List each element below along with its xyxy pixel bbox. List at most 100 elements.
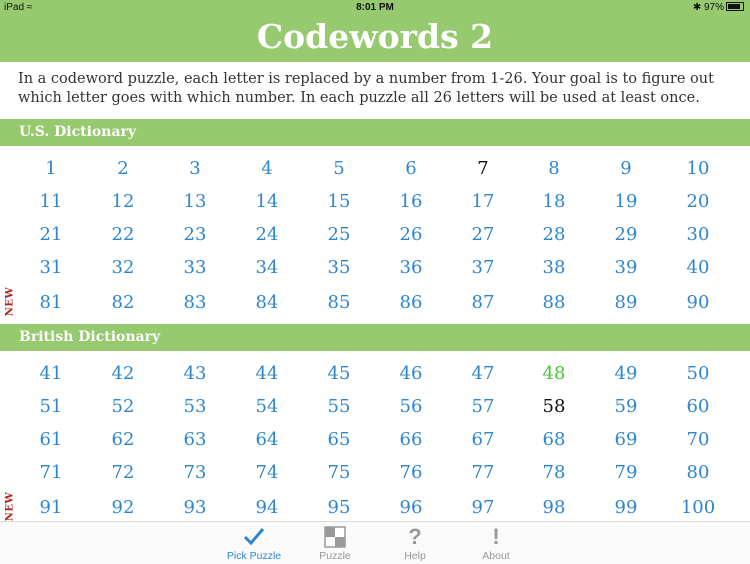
puzzle-number-19[interactable]: 19 <box>590 185 662 218</box>
puzzle-number-27[interactable]: 27 <box>447 218 519 251</box>
puzzle-number-38[interactable]: 38 <box>518 251 590 284</box>
puzzle-number-85[interactable]: 85 <box>303 286 375 319</box>
puzzle-number-24[interactable]: 24 <box>231 218 303 251</box>
puzzle-number-71[interactable]: 71 <box>15 456 87 489</box>
puzzle-number-6[interactable]: 6 <box>375 152 447 185</box>
puzzle-number-36[interactable]: 36 <box>375 251 447 284</box>
puzzle-number-58[interactable]: 58 <box>518 390 590 423</box>
puzzle-number-97[interactable]: 97 <box>447 491 519 524</box>
puzzle-number-18[interactable]: 18 <box>518 185 590 218</box>
puzzle-number-94[interactable]: 94 <box>231 491 303 524</box>
tab-pick-puzzle[interactable]: Pick Puzzle <box>214 524 294 562</box>
puzzle-number-45[interactable]: 45 <box>303 357 375 390</box>
puzzle-number-92[interactable]: 92 <box>87 491 159 524</box>
puzzle-number-40[interactable]: 40 <box>662 251 734 284</box>
puzzle-number-21[interactable]: 21 <box>15 218 87 251</box>
puzzle-number-35[interactable]: 35 <box>303 251 375 284</box>
puzzle-number-53[interactable]: 53 <box>159 390 231 423</box>
puzzle-number-70[interactable]: 70 <box>662 423 734 456</box>
puzzle-number-67[interactable]: 67 <box>447 423 519 456</box>
puzzle-number-4[interactable]: 4 <box>231 152 303 185</box>
puzzle-number-96[interactable]: 96 <box>375 491 447 524</box>
puzzle-number-9[interactable]: 9 <box>590 152 662 185</box>
puzzle-number-49[interactable]: 49 <box>590 357 662 390</box>
puzzle-number-3[interactable]: 3 <box>159 152 231 185</box>
puzzle-number-95[interactable]: 95 <box>303 491 375 524</box>
puzzle-number-41[interactable]: 41 <box>15 357 87 390</box>
puzzle-number-33[interactable]: 33 <box>159 251 231 284</box>
puzzle-number-82[interactable]: 82 <box>87 286 159 319</box>
puzzle-number-54[interactable]: 54 <box>231 390 303 423</box>
puzzle-number-77[interactable]: 77 <box>447 456 519 489</box>
puzzle-number-12[interactable]: 12 <box>87 185 159 218</box>
puzzle-number-34[interactable]: 34 <box>231 251 303 284</box>
tab-help[interactable]: ? Help <box>375 524 455 563</box>
puzzle-number-63[interactable]: 63 <box>159 423 231 456</box>
puzzle-number-79[interactable]: 79 <box>590 456 662 489</box>
puzzle-number-28[interactable]: 28 <box>518 218 590 251</box>
puzzle-number-69[interactable]: 69 <box>590 423 662 456</box>
puzzle-number-83[interactable]: 83 <box>159 286 231 319</box>
puzzle-number-44[interactable]: 44 <box>231 357 303 390</box>
puzzle-number-76[interactable]: 76 <box>375 456 447 489</box>
puzzle-number-99[interactable]: 99 <box>590 491 662 524</box>
puzzle-number-100[interactable]: 100 <box>662 491 734 524</box>
puzzle-number-62[interactable]: 62 <box>87 423 159 456</box>
tab-puzzle[interactable]: Puzzle <box>295 524 375 562</box>
puzzle-number-26[interactable]: 26 <box>375 218 447 251</box>
puzzle-number-61[interactable]: 61 <box>15 423 87 456</box>
puzzle-number-59[interactable]: 59 <box>590 390 662 423</box>
puzzle-number-16[interactable]: 16 <box>375 185 447 218</box>
puzzle-number-87[interactable]: 87 <box>447 286 519 319</box>
puzzle-number-88[interactable]: 88 <box>518 286 590 319</box>
puzzle-number-25[interactable]: 25 <box>303 218 375 251</box>
puzzle-number-47[interactable]: 47 <box>447 357 519 390</box>
puzzle-number-50[interactable]: 50 <box>662 357 734 390</box>
puzzle-number-80[interactable]: 80 <box>662 456 734 489</box>
puzzle-number-68[interactable]: 68 <box>518 423 590 456</box>
puzzle-number-42[interactable]: 42 <box>87 357 159 390</box>
puzzle-number-51[interactable]: 51 <box>15 390 87 423</box>
puzzle-number-39[interactable]: 39 <box>590 251 662 284</box>
puzzle-number-64[interactable]: 64 <box>231 423 303 456</box>
puzzle-number-7[interactable]: 7 <box>447 152 519 185</box>
puzzle-number-86[interactable]: 86 <box>375 286 447 319</box>
puzzle-number-57[interactable]: 57 <box>447 390 519 423</box>
puzzle-number-89[interactable]: 89 <box>590 286 662 319</box>
puzzle-number-60[interactable]: 60 <box>662 390 734 423</box>
tab-about[interactable]: ! About <box>456 524 536 563</box>
puzzle-number-10[interactable]: 10 <box>662 152 734 185</box>
puzzle-number-56[interactable]: 56 <box>375 390 447 423</box>
puzzle-number-5[interactable]: 5 <box>303 152 375 185</box>
puzzle-number-78[interactable]: 78 <box>518 456 590 489</box>
puzzle-number-91[interactable]: 91 <box>15 491 87 524</box>
puzzle-number-74[interactable]: 74 <box>231 456 303 489</box>
puzzle-number-48[interactable]: 48 <box>518 357 590 390</box>
puzzle-number-14[interactable]: 14 <box>231 185 303 218</box>
puzzle-number-15[interactable]: 15 <box>303 185 375 218</box>
puzzle-number-20[interactable]: 20 <box>662 185 734 218</box>
puzzle-number-75[interactable]: 75 <box>303 456 375 489</box>
puzzle-number-52[interactable]: 52 <box>87 390 159 423</box>
puzzle-number-84[interactable]: 84 <box>231 286 303 319</box>
puzzle-number-11[interactable]: 11 <box>15 185 87 218</box>
puzzle-number-13[interactable]: 13 <box>159 185 231 218</box>
puzzle-number-1[interactable]: 1 <box>15 152 87 185</box>
puzzle-number-98[interactable]: 98 <box>518 491 590 524</box>
puzzle-number-32[interactable]: 32 <box>87 251 159 284</box>
puzzle-number-8[interactable]: 8 <box>518 152 590 185</box>
puzzle-number-66[interactable]: 66 <box>375 423 447 456</box>
puzzle-number-2[interactable]: 2 <box>87 152 159 185</box>
puzzle-number-30[interactable]: 30 <box>662 218 734 251</box>
puzzle-number-65[interactable]: 65 <box>303 423 375 456</box>
puzzle-number-93[interactable]: 93 <box>159 491 231 524</box>
puzzle-number-17[interactable]: 17 <box>447 185 519 218</box>
puzzle-number-22[interactable]: 22 <box>87 218 159 251</box>
puzzle-number-90[interactable]: 90 <box>662 286 734 319</box>
puzzle-number-72[interactable]: 72 <box>87 456 159 489</box>
puzzle-number-73[interactable]: 73 <box>159 456 231 489</box>
puzzle-number-46[interactable]: 46 <box>375 357 447 390</box>
puzzle-number-37[interactable]: 37 <box>447 251 519 284</box>
puzzle-number-31[interactable]: 31 <box>15 251 87 284</box>
puzzle-number-43[interactable]: 43 <box>159 357 231 390</box>
